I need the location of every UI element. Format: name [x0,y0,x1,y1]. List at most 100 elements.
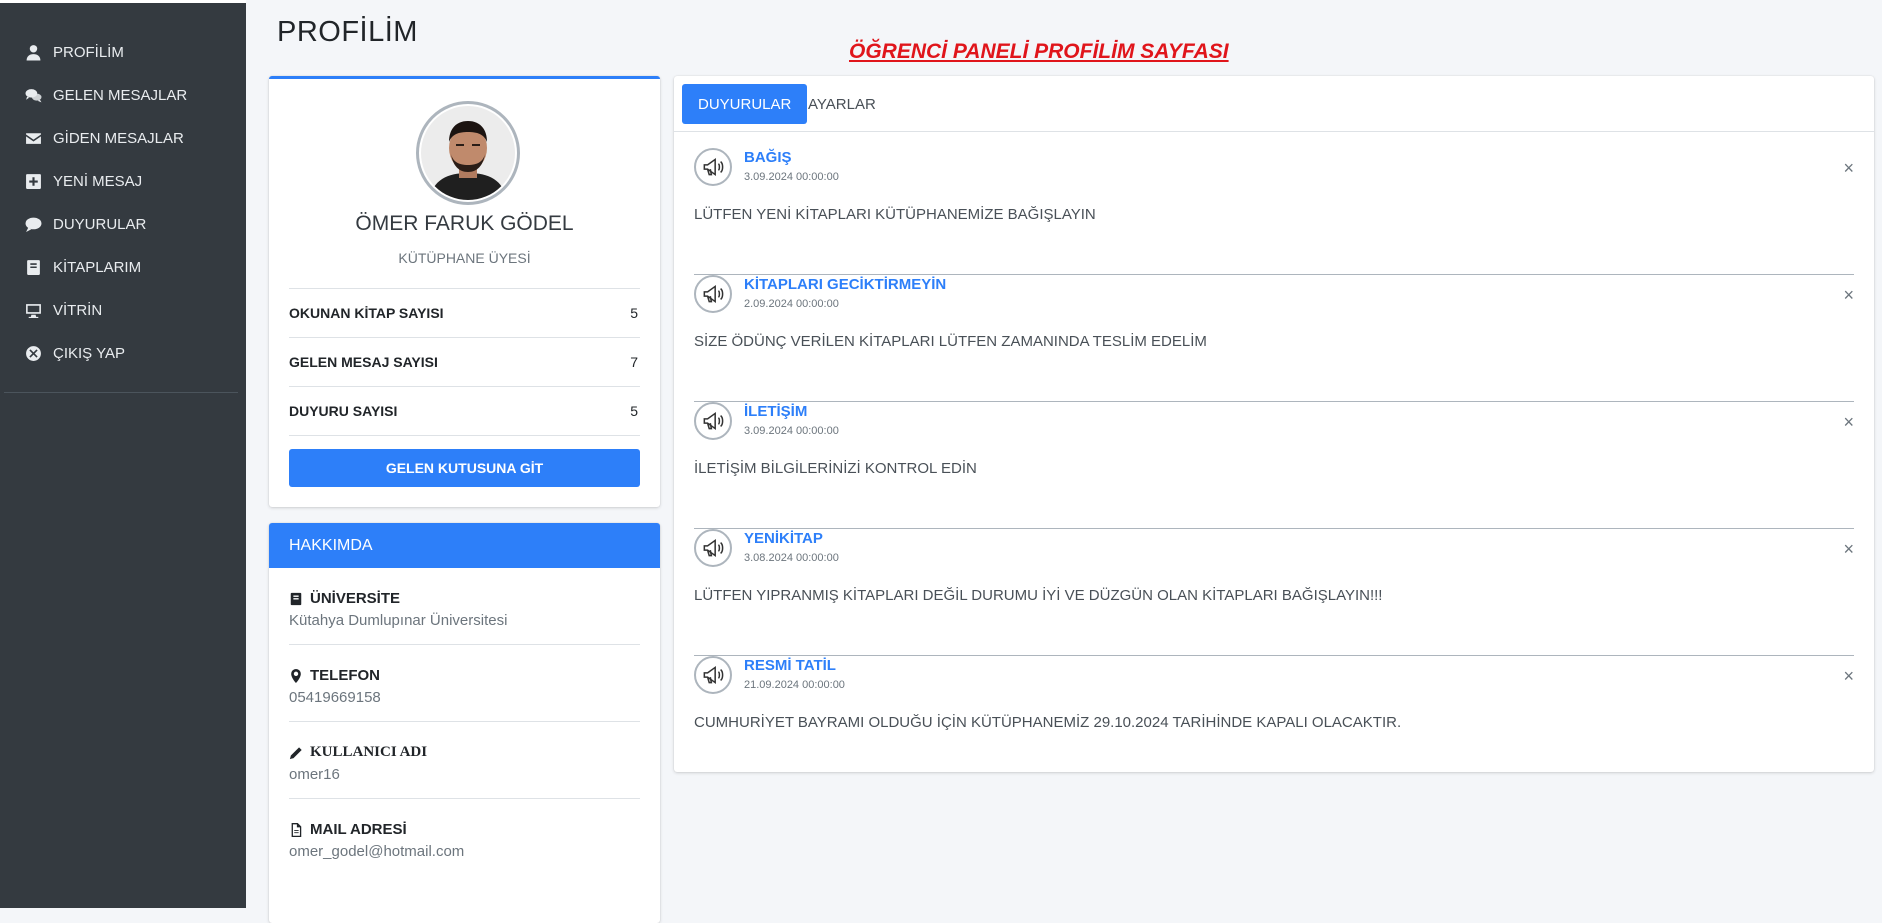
stat-label: GELEN MESAJ SAYISI [289,354,438,370]
about-item-username: KULLANICI ADI omer16 [289,722,640,799]
announcement-list: BAĞIŞ 3.09.2024 00:00:00 × LÜTFEN YENİ K… [694,148,1854,782]
book-icon [289,592,303,606]
about-value: omer16 [289,766,340,783]
announcement-item: KİTAPLARI GECİKTİRMEYİN 2.09.2024 00:00:… [694,275,1854,402]
envelope-icon [24,130,42,148]
about-label: TELEFON [310,667,380,684]
sidebar-item-label: DUYURULAR [53,216,147,233]
close-icon[interactable]: × [1843,540,1854,558]
about-label: ÜNİVERSİTE [310,590,401,607]
sidebar-divider [4,392,238,393]
go-to-inbox-button[interactable]: GELEN KUTUSUNA GİT [289,449,640,487]
sidebar-item-kitaplarim[interactable]: KİTAPLARIM [0,246,246,289]
sidebar-item-label: KİTAPLARIM [53,259,142,276]
sidebar-item-label: GELEN MESAJLAR [53,87,188,104]
sidebar-item-profilim[interactable]: PROFİLİM [0,31,246,74]
announcement-title[interactable]: KİTAPLARI GECİKTİRMEYİN [744,276,946,293]
close-icon[interactable]: × [1843,667,1854,685]
pencil-icon [289,746,303,760]
announcement-date: 3.08.2024 00:00:00 [744,552,839,564]
megaphone-icon [694,656,732,694]
stat-row: GELEN MESAJ SAYISI 7 [289,338,640,387]
megaphone-icon [694,529,732,567]
profile-role: KÜTÜPHANE ÜYESİ [398,250,531,266]
comments-icon [24,87,42,105]
announcement-date: 2.09.2024 00:00:00 [744,298,839,310]
stat-value: 5 [630,403,638,419]
sidebar-item-yeni-mesaj[interactable]: YENİ MESAJ [0,160,246,203]
main-content: PROFİLİM ÖĞRENCİ PANELİ PROFİLİM SAYFASI… [246,0,1882,923]
user-icon [24,44,42,62]
map-marker-icon [289,668,303,683]
about-card-body: ÜNİVERSİTE Kütahya Dumlupınar Üniversite… [269,568,660,875]
announcement-item: YENİKİTAP 3.08.2024 00:00:00 × LÜTFEN YI… [694,529,1854,656]
sidebar-nav: PROFİLİM GELEN MESAJLAR GİDEN MESAJLAR Y… [0,3,246,375]
about-card: HAKKIMDA ÜNİVERSİTE Kütahya Dumlupınar Ü… [269,523,660,923]
sidebar-item-label: VİTRİN [53,302,103,319]
about-card-title: HAKKIMDA [269,523,660,568]
profile-stats: OKUNAN KİTAP SAYISI 5 GELEN MESAJ SAYISI… [289,288,640,436]
sidebar-item-vitrin[interactable]: VİTRİN [0,289,246,332]
sidebar: PROFİLİM GELEN MESAJLAR GİDEN MESAJLAR Y… [0,0,246,908]
about-value: omer_godel@hotmail.com [289,843,465,860]
stat-row: DUYURU SAYISI 5 [289,387,640,436]
announcement-date: 21.09.2024 00:00:00 [744,679,845,691]
close-icon[interactable]: × [1843,159,1854,177]
desktop-icon [24,302,42,320]
close-icon[interactable]: × [1843,413,1854,431]
announcement-item: RESMİ TATİL 21.09.2024 00:00:00 × CUMHUR… [694,656,1854,782]
announcement-title[interactable]: İLETİŞİM [744,403,807,420]
sidebar-item-label: ÇIKIŞ YAP [53,345,125,362]
plus-square-icon [24,173,42,191]
sidebar-item-gelen-mesajlar[interactable]: GELEN MESAJLAR [0,74,246,117]
book-icon [24,259,42,277]
announcement-text: LÜTFEN YENİ KİTAPLARI KÜTÜPHANEMİZE BAĞI… [694,206,1096,223]
file-icon [289,822,303,837]
profile-name: ÖMER FARUK GÖDEL [355,212,574,235]
sidebar-item-label: GİDEN MESAJLAR [53,130,184,147]
about-item-email: MAIL ADRESİ omer_godel@hotmail.com [289,799,640,875]
megaphone-icon [694,275,732,313]
tabs-bar: DUYURULAR AYARLAR [674,76,1874,132]
announcement-text: CUMHURİYET BAYRAMI OLDUĞU İÇİN KÜTÜPHANE… [694,714,1402,731]
sidebar-item-cikis-yap[interactable]: ÇIKIŞ YAP [0,332,246,375]
announcement-text: SİZE ÖDÜNÇ VERİLEN KİTAPLARI LÜTFEN ZAMA… [694,333,1207,350]
megaphone-icon [694,402,732,440]
tab-duyurular[interactable]: DUYURULAR [682,84,808,124]
profile-card: ÖMER FARUK GÖDEL KÜTÜPHANE ÜYESİ OKUNAN … [269,76,660,507]
about-value: Kütahya Dumlupınar Üniversitesi [289,612,508,629]
sidebar-item-duyurular[interactable]: DUYURULAR [0,203,246,246]
announcement-title[interactable]: YENİKİTAP [744,530,823,547]
announcement-item: BAĞIŞ 3.09.2024 00:00:00 × LÜTFEN YENİ K… [694,148,1854,275]
close-icon[interactable]: × [1843,286,1854,304]
megaphone-icon [694,148,732,186]
page-title: PROFİLİM [277,16,418,48]
about-label: KULLANICI ADI [310,744,428,760]
announcement-text: LÜTFEN YIPRANMIŞ KİTAPLARI DEĞİL DURUMU … [694,587,1383,604]
announcement-date: 3.09.2024 00:00:00 [744,425,839,437]
stat-value: 5 [630,305,638,321]
times-circle-icon [24,345,42,363]
announcement-title[interactable]: BAĞIŞ [744,149,792,166]
announcement-date: 3.09.2024 00:00:00 [744,171,839,183]
about-value: 05419669158 [289,689,381,706]
about-item-phone: TELEFON 05419669158 [289,645,640,722]
announcement-text: İLETİŞİM BİLGİLERİNİZİ KONTROL EDİN [694,460,977,477]
stat-label: OKUNAN KİTAP SAYISI [289,305,444,321]
avatar [416,101,520,205]
page-banner: ÖĞRENCİ PANELİ PROFİLİM SAYFASI [849,40,1229,63]
stat-row: OKUNAN KİTAP SAYISI 5 [289,289,640,338]
about-label: MAIL ADRESİ [310,821,407,838]
sidebar-item-label: YENİ MESAJ [53,173,143,190]
stat-value: 7 [630,354,638,370]
announcements-card: DUYURULAR AYARLAR BAĞIŞ 3.09.2024 00:00:… [674,76,1874,772]
sidebar-item-label: PROFİLİM [53,44,124,61]
stat-label: DUYURU SAYISI [289,403,398,419]
announcement-item: İLETİŞİM 3.09.2024 00:00:00 × İLETİŞİM B… [694,402,1854,529]
tab-ayarlar[interactable]: AYARLAR [792,84,892,124]
sidebar-item-giden-mesajlar[interactable]: GİDEN MESAJLAR [0,117,246,160]
comment-icon [24,216,42,234]
about-item-university: ÜNİVERSİTE Kütahya Dumlupınar Üniversite… [289,568,640,645]
avatar-photo [421,106,515,200]
announcement-title[interactable]: RESMİ TATİL [744,657,836,674]
